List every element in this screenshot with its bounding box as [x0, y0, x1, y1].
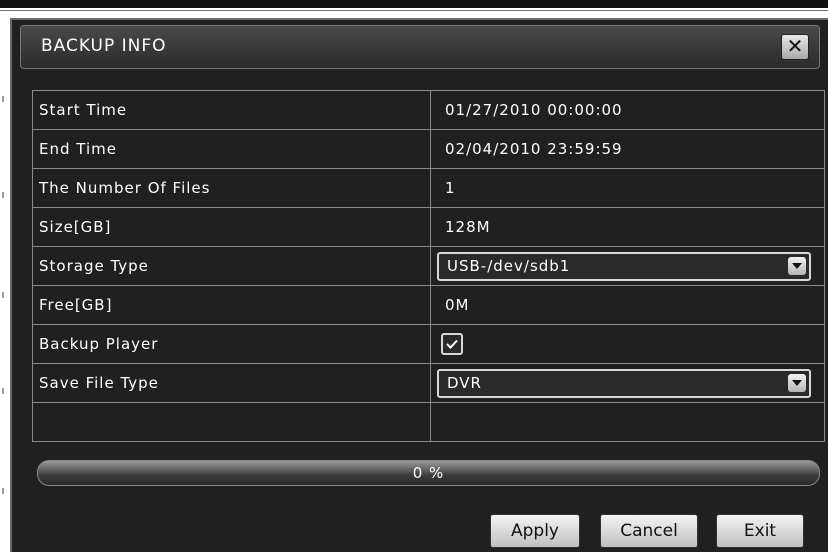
storage-type-select[interactable]: USB-/dev/sdb1 — [437, 251, 811, 281]
backup-info-table: Start Time 01/27/2010 00:00:00 End Time … — [32, 90, 825, 442]
progress-text: 0 % — [412, 464, 445, 482]
save-file-type-value: DVR — [447, 374, 482, 392]
end-time-value: 02/04/2010 23:59:59 — [430, 129, 825, 169]
storage-type-value: USB-/dev/sdb1 — [447, 257, 571, 275]
chevron-down-icon[interactable] — [788, 257, 806, 275]
table-row: The Number Of Files 1 — [32, 168, 825, 208]
size-value: 128M — [430, 207, 825, 247]
save-file-type-cell: DVR — [430, 363, 825, 403]
table-row: Storage Type USB-/dev/sdb1 — [32, 246, 825, 286]
start-time-value: 01/27/2010 00:00:00 — [430, 90, 825, 130]
size-label: Size[GB] — [32, 207, 431, 247]
save-file-type-select[interactable]: DVR — [437, 368, 811, 398]
top-rule — [0, 10, 828, 11]
apply-button[interactable]: Apply — [490, 514, 580, 548]
left-edge-marks — [0, 96, 6, 552]
backup-info-dialog: BACKUP INFO ✕ Start Time 01/27/2010 00:0… — [10, 18, 828, 552]
table-row: Free[GB] 0M — [32, 285, 825, 325]
end-time-label: End Time — [32, 129, 431, 169]
empty-cell — [430, 402, 825, 442]
dialog-title: BACKUP INFO — [41, 36, 167, 56]
save-file-type-label: Save File Type — [32, 363, 431, 403]
exit-button[interactable]: Exit — [716, 514, 804, 548]
backup-progress-bar: 0 % — [37, 460, 820, 486]
free-value: 0M — [430, 285, 825, 325]
close-icon: ✕ — [786, 34, 804, 58]
check-icon — [446, 339, 458, 349]
backup-player-cell — [430, 324, 825, 364]
storage-type-label: Storage Type — [32, 246, 431, 286]
chevron-down-icon[interactable] — [788, 374, 806, 392]
top-border — [0, 0, 828, 8]
close-button[interactable]: ✕ — [781, 34, 809, 60]
table-row: Save File Type DVR — [32, 363, 825, 403]
table-row: Backup Player — [32, 324, 825, 364]
table-row: End Time 02/04/2010 23:59:59 — [32, 129, 825, 169]
backup-player-label: Backup Player — [32, 324, 431, 364]
title-bar: BACKUP INFO ✕ — [20, 25, 820, 69]
free-label: Free[GB] — [32, 285, 431, 325]
start-time-label: Start Time — [32, 90, 431, 130]
number-of-files-label: The Number Of Files — [32, 168, 431, 208]
cancel-button[interactable]: Cancel — [600, 514, 698, 548]
number-of-files-value: 1 — [430, 168, 825, 208]
table-row: Size[GB] 128M — [32, 207, 825, 247]
table-row — [32, 402, 825, 442]
backup-player-checkbox[interactable] — [441, 333, 463, 355]
storage-type-cell: USB-/dev/sdb1 — [430, 246, 825, 286]
empty-cell — [32, 402, 431, 442]
table-row: Start Time 01/27/2010 00:00:00 — [32, 90, 825, 130]
